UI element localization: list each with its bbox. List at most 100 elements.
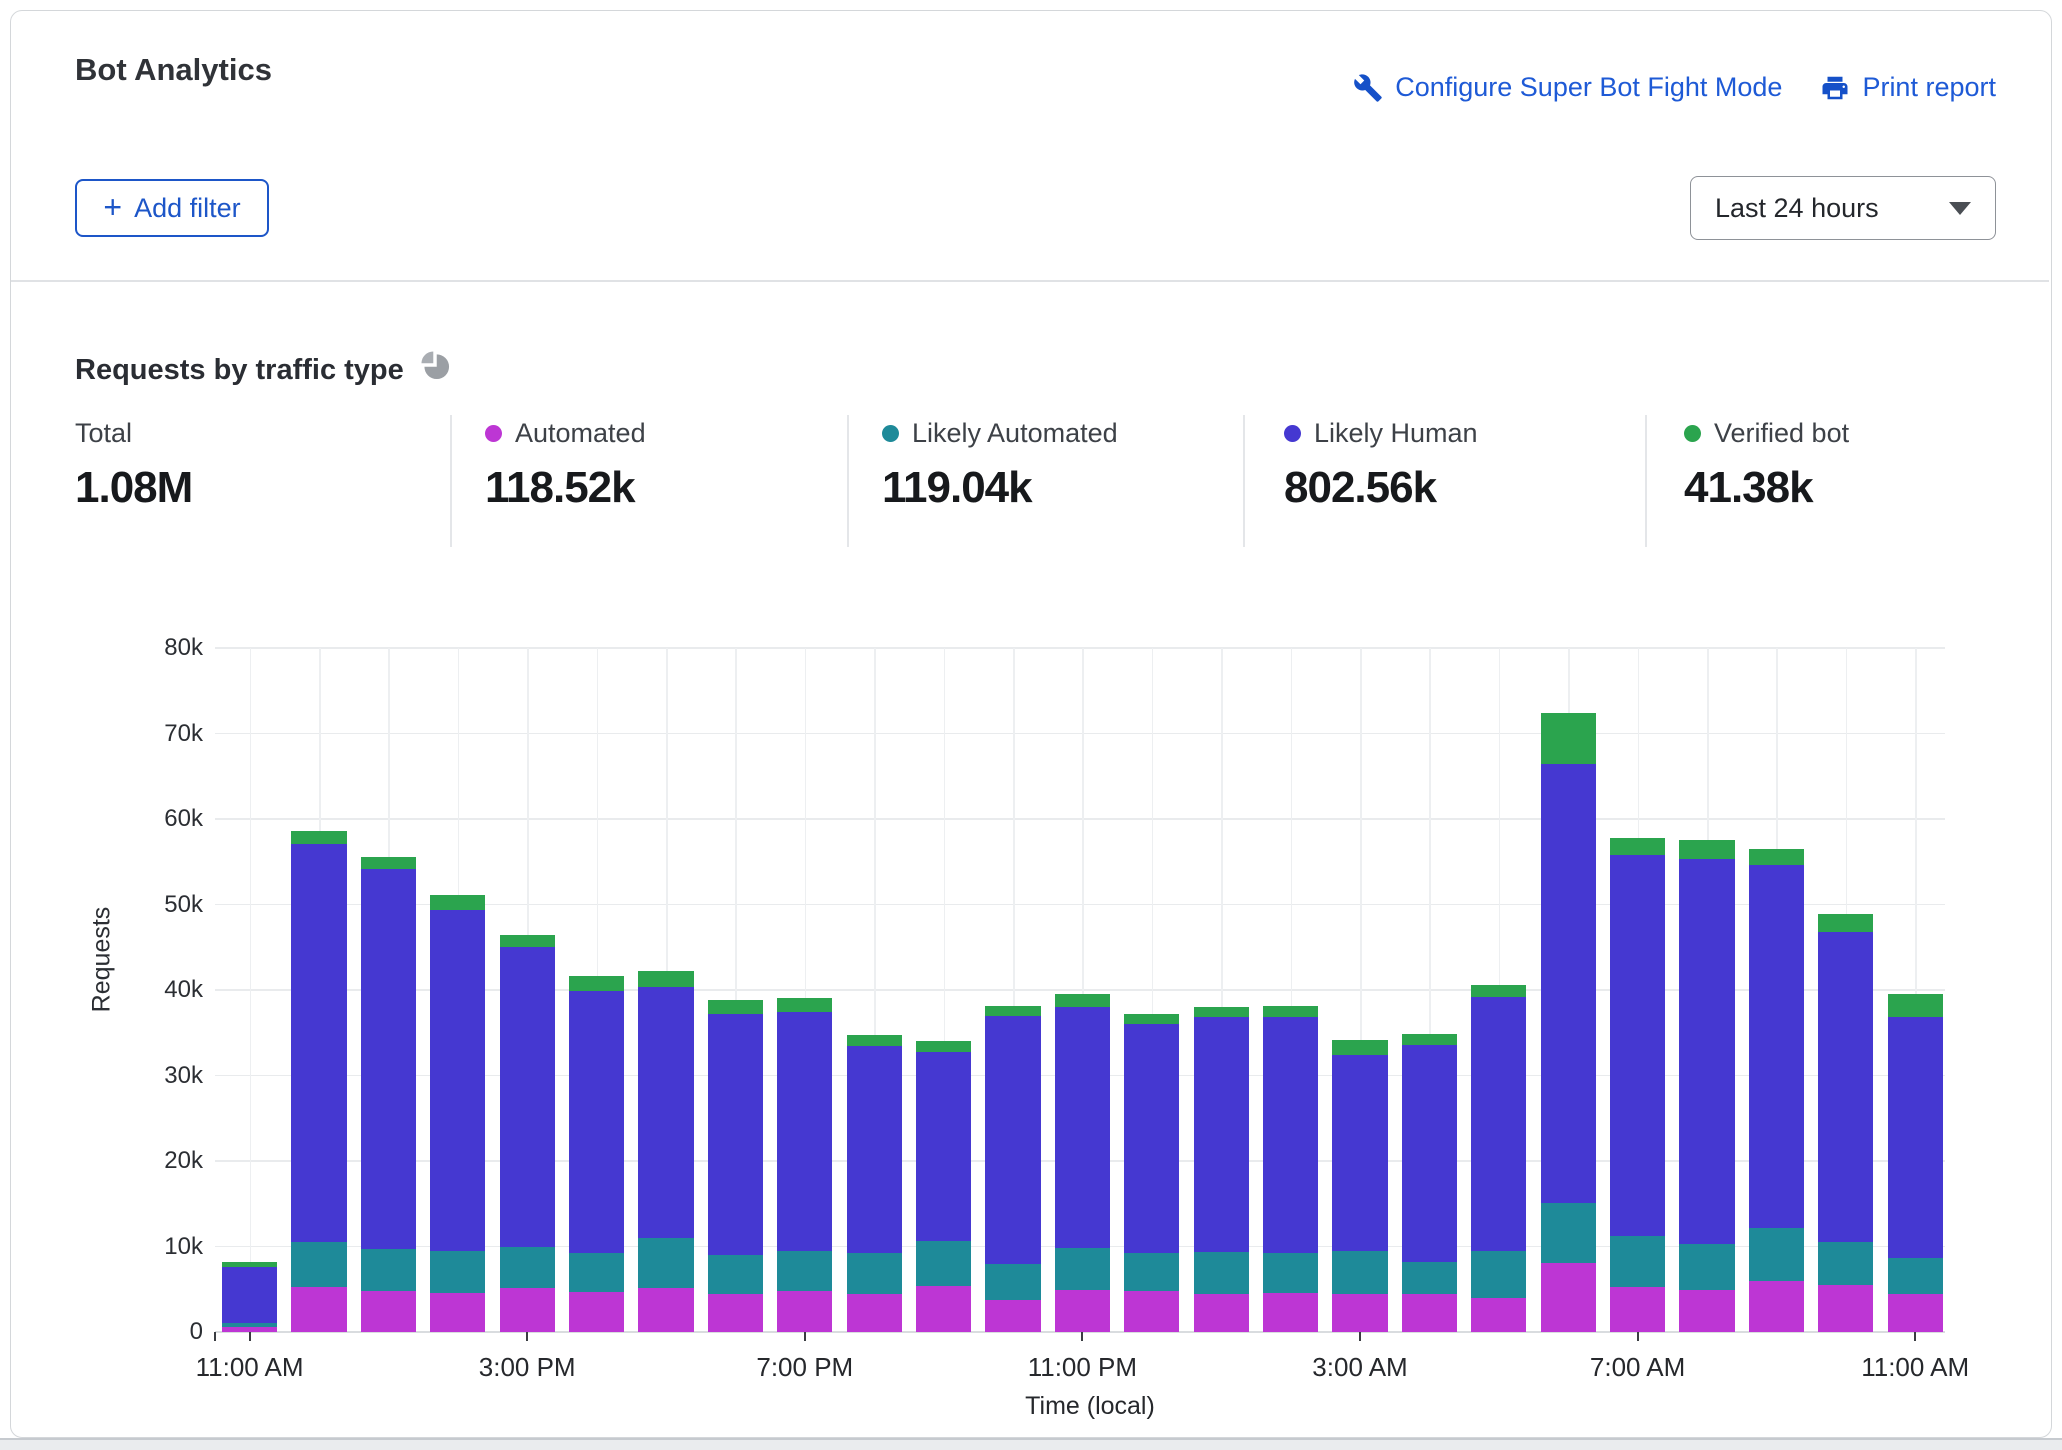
stat-total-label: Total (75, 418, 132, 449)
bar-11-00-AM[interactable] (1888, 994, 1943, 1332)
automated-segment (1541, 1263, 1596, 1332)
likely-automated-segment (1332, 1251, 1387, 1294)
likely-automated-segment (361, 1249, 416, 1291)
x-tick (1359, 1332, 1361, 1341)
automated-segment (1055, 1290, 1110, 1332)
likely-human-segment (1888, 1017, 1943, 1258)
bar-1-00-AM[interactable] (1194, 1007, 1249, 1332)
likely-human-segment (708, 1014, 763, 1255)
likely-human-segment (1402, 1045, 1457, 1262)
verified-bot-segment (1818, 914, 1873, 932)
section-title-label: Requests by traffic type (75, 354, 404, 387)
y-tick-label: 50k (93, 891, 203, 919)
automated-segment (1818, 1285, 1873, 1332)
configure-super-bot-fight-mode-link[interactable]: Configure Super Bot Fight Mode (1353, 72, 1782, 103)
bar-4-00-AM[interactable] (1402, 1034, 1457, 1332)
bar-2-00-AM[interactable] (1263, 1006, 1318, 1332)
gridline-60k (215, 818, 1945, 820)
bar-11-00-AM[interactable] (222, 1262, 277, 1332)
likely-human-segment (1471, 997, 1526, 1251)
bar-2-00-PM[interactable] (430, 895, 485, 1332)
stat-likely-automated-label: Likely Automated (912, 418, 1118, 449)
wrench-icon (1353, 73, 1383, 103)
bar-3-00-PM[interactable] (500, 935, 555, 1332)
vertical-gridline (250, 648, 252, 1332)
likely-human-segment (430, 910, 485, 1251)
verified-bot-segment (500, 935, 555, 947)
likely-automated-segment (1749, 1228, 1804, 1281)
gridline-70k (215, 733, 1945, 735)
y-tick-label: 0 (93, 1318, 203, 1346)
verified-bot-segment (1332, 1040, 1387, 1055)
automated-segment (1471, 1298, 1526, 1332)
x-tick (804, 1332, 806, 1341)
automated-segment (1749, 1281, 1804, 1332)
bar-6-00-AM[interactable] (1541, 713, 1596, 1332)
stat-likely-human-label: Likely Human (1314, 418, 1478, 449)
bar-8-00-PM[interactable] (847, 1035, 902, 1332)
next-section-edge (0, 1438, 2062, 1450)
stat-automated-label: Automated (515, 418, 646, 449)
automated-segment (916, 1286, 971, 1332)
bar-12-00-PM[interactable] (291, 831, 346, 1332)
likely-human-segment (222, 1267, 277, 1323)
y-tick-label: 30k (93, 1062, 203, 1090)
automated-segment (1679, 1290, 1734, 1332)
header-divider (11, 280, 2049, 282)
bar-3-00-AM[interactable] (1332, 1040, 1387, 1332)
bar-6-00-PM[interactable] (708, 1000, 763, 1332)
x-tick (1637, 1332, 1639, 1341)
automated-segment (1263, 1293, 1318, 1332)
bar-5-00-PM[interactable] (638, 971, 693, 1332)
verified-bot-segment (291, 831, 346, 844)
automated-segment (847, 1294, 902, 1332)
x-tick-label: 11:00 PM (992, 1352, 1172, 1383)
stat-divider (1243, 415, 1245, 547)
likely-human-segment (500, 947, 555, 1247)
time-range-value: Last 24 hours (1715, 193, 1949, 224)
bar-7-00-AM[interactable] (1610, 838, 1665, 1332)
bar-9-00-AM[interactable] (1749, 849, 1804, 1332)
y-tick-label: 20k (93, 1147, 203, 1175)
bar-1-00-PM[interactable] (361, 857, 416, 1332)
likely-human-legend-dot (1284, 425, 1301, 442)
gridline-80k (215, 647, 1945, 649)
bar-12-00-AM[interactable] (1124, 1014, 1179, 1332)
bar-10-00-PM[interactable] (985, 1006, 1040, 1332)
add-filter-label: Add filter (134, 193, 241, 224)
stat-likely-human: Likely Human 802.56k (1284, 418, 1478, 513)
verified-bot-segment (985, 1006, 1040, 1015)
stat-total-value: 1.08M (75, 463, 192, 513)
verified-bot-segment (1194, 1007, 1249, 1016)
stat-divider (847, 415, 849, 547)
stat-divider (450, 415, 452, 547)
x-tick-label: 11:00 AM (1825, 1352, 2005, 1383)
x-tick-label: 3:00 PM (437, 1352, 617, 1383)
automated-segment (1332, 1294, 1387, 1332)
verified-bot-segment (430, 895, 485, 910)
stat-total: Total 1.08M (75, 418, 192, 513)
likely-human-segment (1332, 1055, 1387, 1251)
bar-10-00-AM[interactable] (1818, 914, 1873, 1332)
likely-human-segment (1124, 1024, 1179, 1252)
likely-automated-segment (916, 1241, 971, 1285)
automated-legend-dot (485, 425, 502, 442)
likely-human-segment (1818, 932, 1873, 1242)
plus-icon: + (103, 191, 122, 223)
bar-5-00-AM[interactable] (1471, 985, 1526, 1332)
bar-11-00-PM[interactable] (1055, 994, 1110, 1332)
likely-human-segment (777, 1012, 832, 1251)
x-tick-label: 7:00 PM (715, 1352, 895, 1383)
bar-9-00-PM[interactable] (916, 1041, 971, 1332)
bar-4-00-PM[interactable] (569, 976, 624, 1332)
verified-bot-segment (638, 971, 693, 987)
x-tick (1914, 1332, 1916, 1341)
y-tick-label: 40k (93, 976, 203, 1004)
bar-7-00-PM[interactable] (777, 998, 832, 1332)
add-filter-button[interactable]: + Add filter (75, 179, 269, 237)
print-report-link[interactable]: Print report (1820, 72, 1996, 103)
likely-human-segment (1263, 1017, 1318, 1253)
x-tick-label: 7:00 AM (1548, 1352, 1728, 1383)
bar-8-00-AM[interactable] (1679, 840, 1734, 1332)
time-range-select[interactable]: Last 24 hours (1690, 176, 1996, 240)
